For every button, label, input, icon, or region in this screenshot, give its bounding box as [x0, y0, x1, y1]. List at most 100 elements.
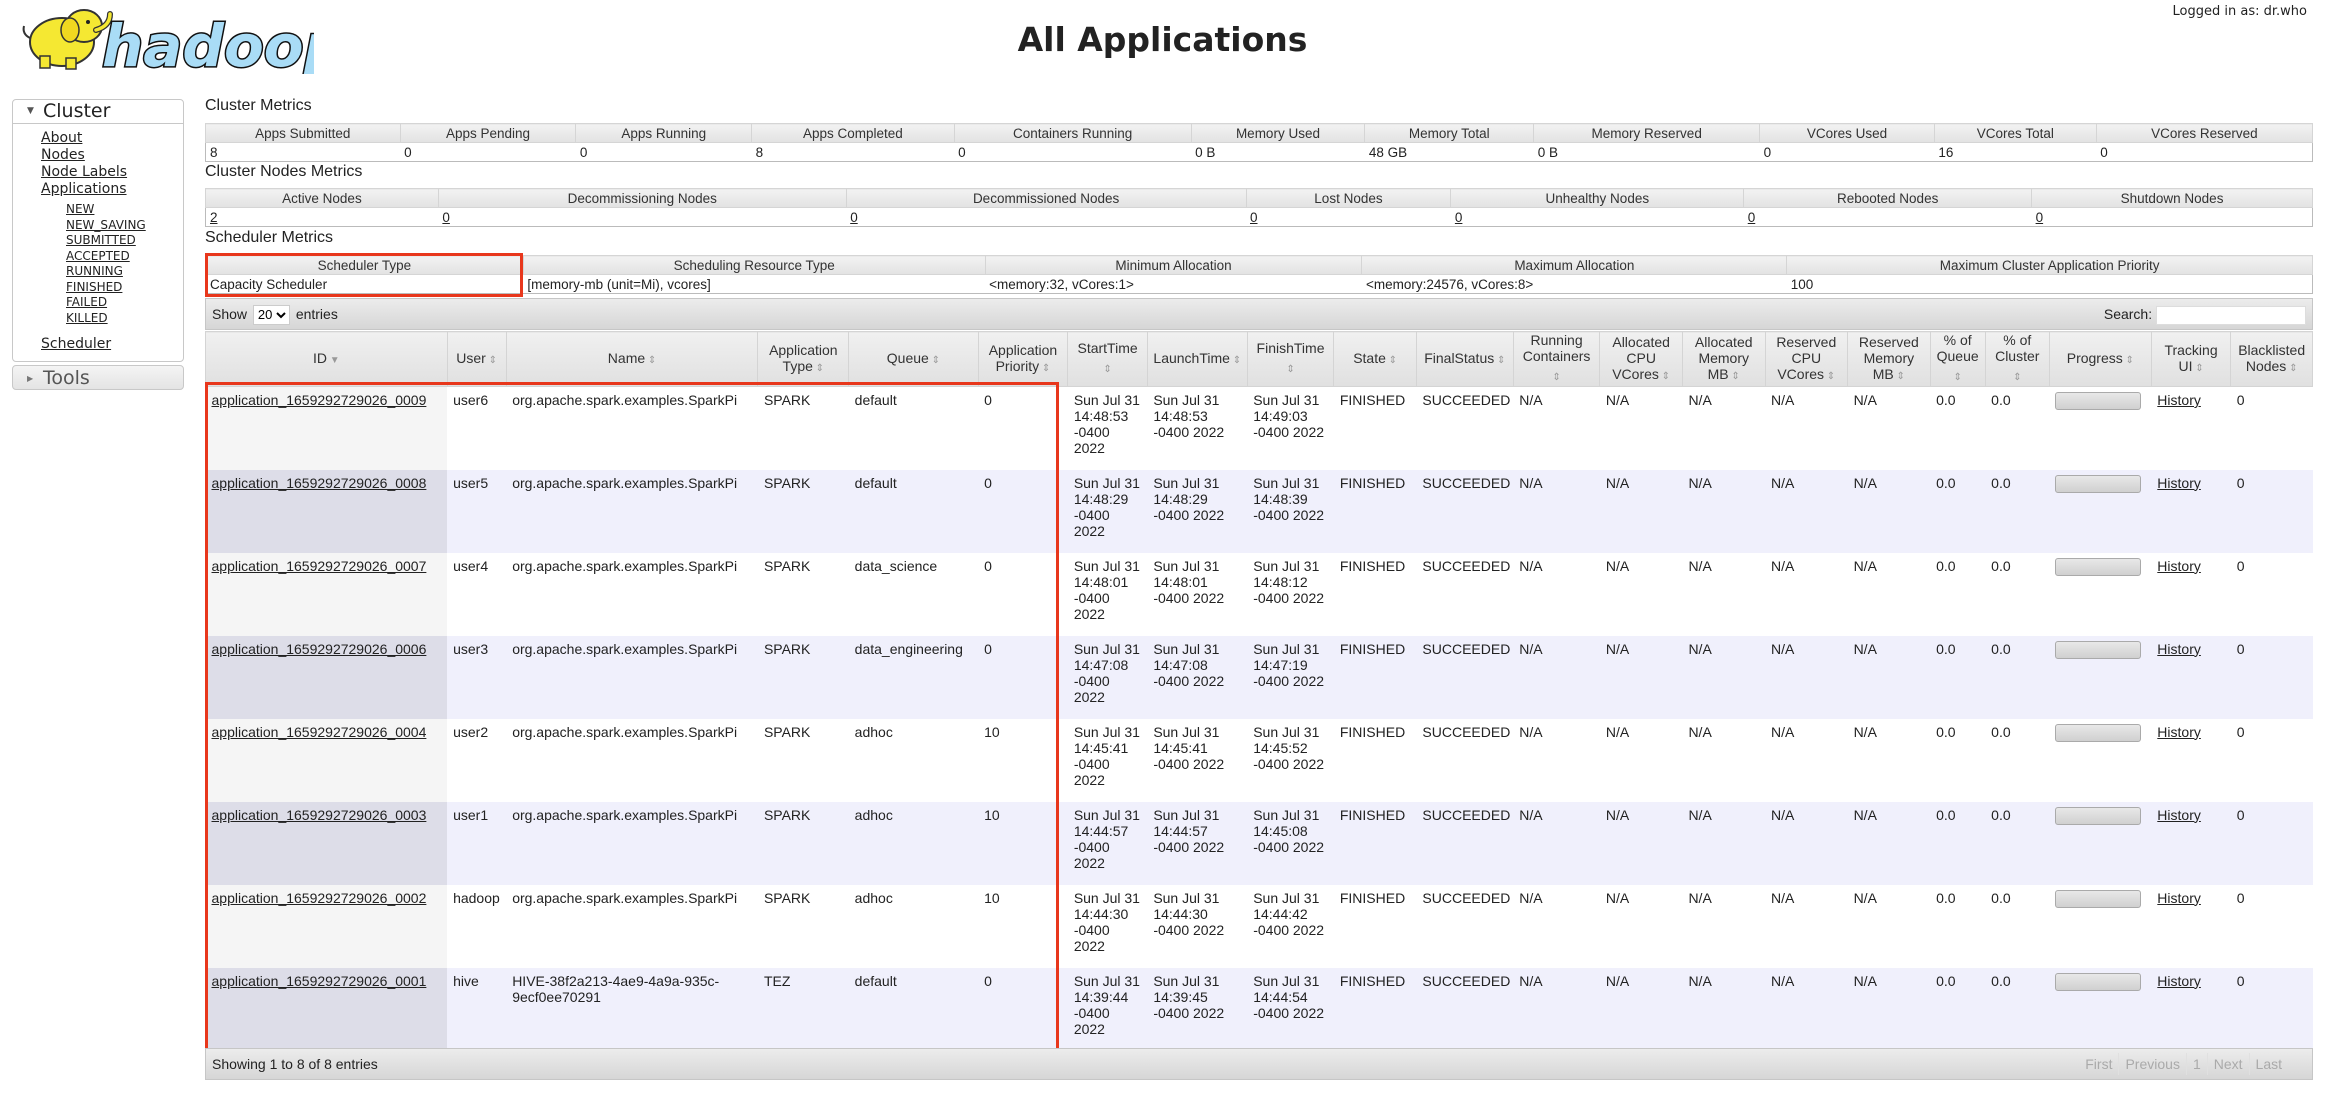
column-header-application-type[interactable]: Application Type ⇕ [757, 331, 850, 387]
cell-pct_cluster: 0.0 [1985, 469, 2050, 553]
application-id-link[interactable]: application_1659292729026_0004 [212, 724, 427, 740]
search-input[interactable] [2156, 305, 2306, 325]
progress-bar [2055, 474, 2142, 493]
cell-progress [2049, 801, 2152, 885]
cell-running: N/A [1513, 635, 1600, 719]
link-decommissioning-nodes[interactable]: 0 [442, 210, 450, 225]
cell-alloc_mem: N/A [1682, 967, 1765, 1051]
pager-1[interactable]: 1 [2187, 1053, 2208, 1075]
link-rebooted-nodes[interactable]: 0 [1748, 210, 1756, 225]
cell-state: FINISHED [1333, 469, 1417, 553]
history-link[interactable]: History [2157, 641, 2201, 657]
link-decommissioned-nodes[interactable]: 0 [850, 210, 858, 225]
column-header-pct-of-cluster[interactable]: % of Cluster ⇕ [1984, 331, 2050, 387]
column-header-tracking-ui[interactable]: Tracking UI ⇕ [2150, 331, 2232, 387]
link-unhealthy-nodes[interactable]: 0 [1455, 210, 1463, 225]
history-link[interactable]: History [2157, 392, 2201, 408]
history-link[interactable]: History [2157, 475, 2201, 491]
nav-link-state-submitted[interactable]: SUBMITTED [66, 233, 183, 249]
pager-last[interactable]: Last [2250, 1053, 2288, 1075]
nav-link-state-killed[interactable]: KILLED [66, 311, 183, 327]
sort-both-icon: ⇕ [1103, 364, 1112, 375]
pager-previous[interactable]: Previous [2119, 1053, 2187, 1075]
column-header-queue[interactable]: Queue ⇕ [848, 331, 979, 387]
nav-link-state-new[interactable]: NEW [66, 202, 183, 218]
column-header-progress[interactable]: Progress ⇕ [2048, 331, 2152, 387]
cell-start: Sun Jul 31 14:48:29 -0400 2022 [1067, 469, 1148, 553]
column-header-allocated-memory-mb[interactable]: Allocated Memory MB ⇕ [1681, 331, 1766, 387]
history-link[interactable]: History [2157, 807, 2201, 823]
nav-link-state-accepted[interactable]: ACCEPTED [66, 249, 183, 265]
tools-nav-header[interactable]: ▶ Tools [12, 365, 184, 390]
column-header-id[interactable]: ID ▼ [205, 331, 448, 387]
cell-id: application_1659292729026_0009 [205, 386, 448, 470]
sort-both-icon: ⇕ [1893, 370, 1905, 382]
cell-running: N/A [1513, 718, 1600, 802]
column-header-finalstatus[interactable]: FinalStatus ⇕ [1415, 331, 1514, 387]
link-active-nodes[interactable]: 2 [210, 210, 218, 225]
column-label: User [456, 349, 486, 366]
column-header-finishtime[interactable]: FinishTime ⇕ [1246, 331, 1335, 387]
cluster-nav-header[interactable]: ▼ Cluster [13, 100, 183, 124]
nav-link-node-labels[interactable]: Node Labels [41, 164, 183, 181]
history-link[interactable]: History [2157, 724, 2201, 740]
column-header-application-priority[interactable]: Application Priority ⇕ [977, 331, 1069, 387]
application-id-link[interactable]: application_1659292729026_0008 [212, 475, 427, 491]
cell-start: Sun Jul 31 14:47:08 -0400 2022 [1067, 635, 1148, 719]
application-id-link[interactable]: application_1659292729026_0002 [212, 890, 427, 906]
sort-both-icon: ⇕ [1229, 354, 1242, 366]
cell-start: Sun Jul 31 14:48:53 -0400 2022 [1067, 386, 1148, 470]
history-link[interactable]: History [2157, 558, 2201, 574]
nav-link-state-failed[interactable]: FAILED [66, 295, 183, 311]
cell-name: org.apache.spark.examples.SparkPi [506, 552, 758, 636]
cell-progress [2049, 552, 2152, 636]
value-memory-reserved: 0 B [1533, 142, 1760, 162]
column-header-starttime[interactable]: StartTime ⇕ [1067, 331, 1148, 387]
link-shutdown-nodes[interactable]: 0 [2036, 210, 2044, 225]
column-header-user[interactable]: User ⇕ [446, 331, 507, 387]
cell-launch: Sun Jul 31 14:45:41 -0400 2022 [1147, 718, 1248, 802]
sort-both-icon: ⇕ [1552, 372, 1561, 383]
cell-final: SUCCEEDED [1416, 552, 1514, 636]
column-header-pct-of-queue[interactable]: % of Queue ⇕ [1929, 331, 1986, 387]
pager-first[interactable]: First [2079, 1053, 2120, 1075]
link-lost-nodes[interactable]: 0 [1250, 210, 1258, 225]
sort-both-icon: ⇕ [1039, 362, 1051, 374]
column-header-reserved-memory-mb[interactable]: Reserved Memory MB ⇕ [1847, 331, 1931, 387]
history-link[interactable]: History [2157, 890, 2201, 906]
cell-name: org.apache.spark.examples.SparkPi [506, 801, 758, 885]
header-vcores-reserved: VCores Reserved [2095, 123, 2314, 143]
application-id-link[interactable]: application_1659292729026_0007 [212, 558, 427, 574]
application-id-link[interactable]: application_1659292729026_0009 [212, 392, 427, 408]
nav-link-applications[interactable]: Applications [41, 181, 183, 198]
column-header-blacklisted-nodes[interactable]: Blacklisted Nodes ⇕ [2230, 331, 2313, 387]
cell-res_mem: N/A [1847, 884, 1931, 968]
column-header-state[interactable]: State ⇕ [1333, 331, 1417, 387]
nav-link-scheduler[interactable]: Scheduler [41, 336, 183, 353]
application-id-link[interactable]: application_1659292729026_0006 [212, 641, 427, 657]
cell-type: SPARK [757, 801, 849, 885]
nav-link-state-finished[interactable]: FINISHED [66, 280, 183, 296]
nav-link-about[interactable]: About [41, 130, 183, 147]
column-header-reserved-cpu-vcores[interactable]: Reserved CPU VCores ⇕ [1764, 331, 1849, 387]
cell-state: FINISHED [1333, 635, 1417, 719]
column-header-name[interactable]: Name ⇕ [505, 331, 759, 387]
cluster-nav-section: ▼ Cluster About Nodes Node Labels Applica… [12, 99, 184, 362]
cell-final: SUCCEEDED [1416, 801, 1514, 885]
value-decommissioning-nodes: 0 [438, 207, 847, 227]
pager-next[interactable]: Next [2208, 1053, 2250, 1075]
history-link[interactable]: History [2157, 973, 2201, 989]
column-header-running-containers[interactable]: Running Containers ⇕ [1512, 331, 1601, 387]
page-size-select[interactable]: 20 [252, 304, 290, 325]
application-id-link[interactable]: application_1659292729026_0003 [212, 807, 427, 823]
nav-link-state-new-saving[interactable]: NEW_SAVING [66, 218, 183, 234]
column-header-launchtime[interactable]: LaunchTime ⇕ [1146, 331, 1248, 387]
column-header-allocated-cpu-vcores[interactable]: Allocated CPU VCores ⇕ [1599, 331, 1683, 387]
nav-link-nodes[interactable]: Nodes [41, 147, 183, 164]
application-id-link[interactable]: application_1659292729026_0001 [212, 973, 427, 989]
page-title: All Applications [1017, 20, 1308, 59]
cell-priority: 0 [978, 635, 1068, 719]
cell-pct_cluster: 0.0 [1985, 967, 2050, 1051]
table-row: application_1659292729026_0006 user3 org.a… [205, 635, 2313, 719]
nav-link-state-running[interactable]: RUNNING [66, 264, 183, 280]
